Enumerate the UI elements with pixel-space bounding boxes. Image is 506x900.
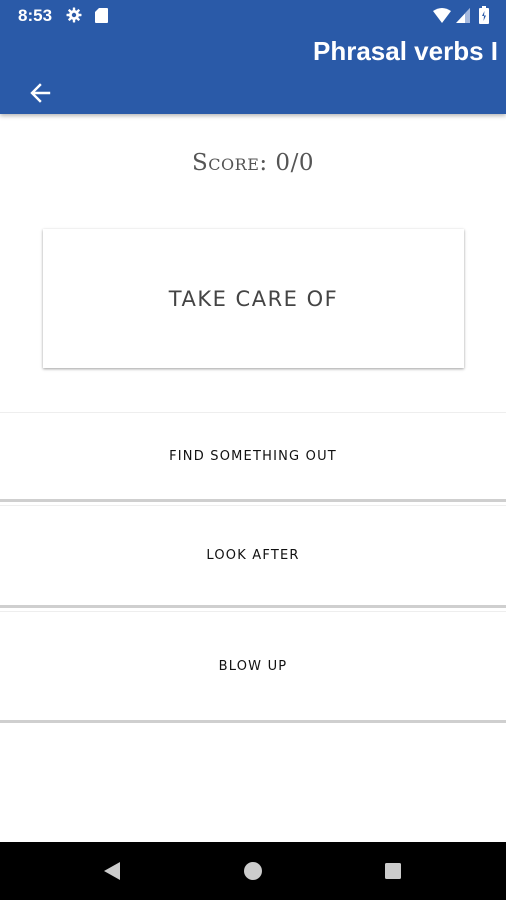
gear-icon [66,7,82,28]
back-triangle-icon [104,862,120,880]
nav-home-button[interactable] [223,842,283,900]
answer-label: LOOK AFTER [206,548,300,563]
answer-label: FIND SOMETHING OUT [169,448,337,464]
app-bar: 8:53 Phrasal verbs I [0,0,506,114]
status-time: 8:53 [18,6,53,25]
nav-back-button[interactable] [82,842,142,900]
recents-square-icon [385,863,401,879]
sd-card-icon [95,8,108,28]
answer-option-1[interactable]: FIND SOMETHING OUT [0,412,506,502]
answer-label: BLOW UP [218,658,288,674]
question-card: TAKE CARE OF [43,229,464,368]
quiz-screen: 8:53 Phrasal verbs I Score: 0/0 TAKE CAR… [0,0,506,900]
question-text: TAKE CARE OF [168,286,339,311]
back-button[interactable] [24,77,56,109]
score-label: Score: 0/0 [192,150,314,176]
signal-icon [456,8,470,28]
wifi-icon [433,8,451,28]
nav-recents-button[interactable] [363,842,423,900]
battery-icon [479,6,489,29]
page-title: Phrasal verbs I [313,36,498,66]
answer-option-3[interactable]: BLOW UP [0,611,506,723]
arrow-left-icon [30,83,51,103]
home-circle-icon [244,862,262,880]
system-nav-bar [0,842,506,900]
answer-option-2[interactable]: LOOK AFTER [0,505,506,608]
